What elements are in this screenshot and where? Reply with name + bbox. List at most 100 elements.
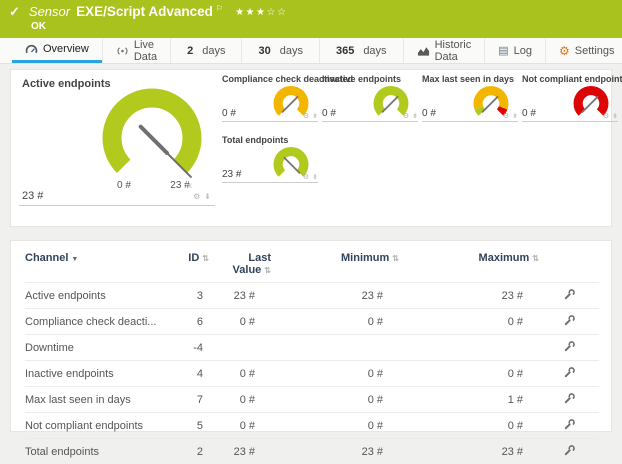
column-header-channel[interactable]: Channel▼ bbox=[25, 245, 157, 283]
pin-icon[interactable]: ⇟ bbox=[312, 113, 318, 120]
tab-overview[interactable]: Overview bbox=[12, 38, 102, 63]
channel-id-cell: 2 bbox=[157, 439, 209, 464]
gauge-value: 23 # bbox=[22, 190, 43, 202]
tab-label: Log bbox=[514, 45, 532, 57]
last-value-cell: 23 # bbox=[209, 283, 271, 309]
gauge-value: 0 # bbox=[422, 108, 436, 119]
tab-label: Historic Data bbox=[435, 39, 472, 63]
sort-icon: ⇅ bbox=[264, 266, 271, 275]
tab-label: Live Data bbox=[134, 39, 157, 63]
sort-desc-icon: ▼ bbox=[71, 256, 78, 263]
gauge-cell-active-endpoints: Active endpoints x 0 # 23 # 23 # ⚙⇟ bbox=[19, 74, 215, 206]
table-header-row: Channel▼ ID⇅ Last Value⇅ Minimum⇅ Maximu… bbox=[25, 245, 599, 283]
tab-label: days bbox=[363, 45, 386, 57]
priority-stars[interactable]: ★★★☆☆ bbox=[235, 7, 287, 18]
table-row: Downtime -4 bbox=[25, 335, 599, 361]
gauges-panel: Active endpoints x 0 # 23 # 23 # ⚙⇟ Comp… bbox=[10, 69, 612, 227]
tab-label: days bbox=[280, 45, 303, 57]
last-value-cell bbox=[209, 335, 271, 361]
channel-id-cell: 6 bbox=[157, 309, 209, 335]
sort-icon: ⇅ bbox=[532, 254, 539, 263]
column-header-id[interactable]: ID⇅ bbox=[157, 245, 209, 283]
gauge-cell-not-compliant: Not compliant endpoints 0 # ⚙⇟ bbox=[522, 74, 618, 122]
tab-log[interactable]: ▤ Log bbox=[484, 38, 545, 63]
gear-icon[interactable]: ⚙ bbox=[403, 113, 409, 120]
tab-settings[interactable]: ⚙ Settings bbox=[545, 38, 622, 63]
gear-icon[interactable]: ⚙ bbox=[193, 192, 200, 201]
gear-icon[interactable]: ⚙ bbox=[503, 113, 509, 120]
gauge-value: 23 # bbox=[222, 169, 241, 180]
tab-365-days[interactable]: 365 days bbox=[319, 38, 403, 63]
maximum-cell: 23 # bbox=[399, 283, 539, 309]
tab-label-number: 30 bbox=[258, 45, 270, 57]
channel-name-cell[interactable]: Downtime bbox=[25, 335, 157, 361]
gauge-needle bbox=[283, 97, 298, 112]
minimum-cell: 0 # bbox=[271, 361, 399, 387]
channel-settings-button[interactable] bbox=[563, 314, 576, 330]
channel-settings-button[interactable] bbox=[563, 288, 576, 304]
gauge-needle bbox=[383, 97, 398, 112]
column-label: Maximum bbox=[479, 252, 530, 264]
pin-icon[interactable]: ⇟ bbox=[612, 113, 618, 120]
channel-name-cell[interactable]: Max last seen in days bbox=[25, 387, 157, 413]
tab-label-number: 2 bbox=[187, 45, 193, 57]
table-row: Max last seen in days 7 0 # 0 # 1 # bbox=[25, 387, 599, 413]
gear-icon[interactable]: ⚙ bbox=[603, 113, 609, 120]
sensor-header: ✓ Sensor EXE/Script Advanced ⚐ ★★★☆☆ OK bbox=[0, 0, 622, 38]
channel-name-cell[interactable]: Not compliant endpoints bbox=[25, 413, 157, 439]
channel-name-cell[interactable]: Active endpoints bbox=[25, 283, 157, 309]
channel-name-cell[interactable]: Inactive endpoints bbox=[25, 361, 157, 387]
column-header-last-value[interactable]: Last Value⇅ bbox=[209, 245, 271, 283]
column-header-tools bbox=[539, 245, 599, 283]
channel-settings-button[interactable] bbox=[563, 340, 576, 356]
channel-id-cell: 3 bbox=[157, 283, 209, 309]
pin-icon[interactable]: ⇟ bbox=[412, 113, 418, 120]
gauge-cell-inactive: Inactive endpoints 0 # ⚙⇟ bbox=[322, 74, 418, 122]
channel-rows: Active endpoints 3 23 # 23 # 23 # Compli… bbox=[25, 283, 599, 464]
column-header-minimum[interactable]: Minimum⇅ bbox=[271, 245, 399, 283]
gauge-needle bbox=[583, 97, 598, 112]
minimum-cell: 23 # bbox=[271, 283, 399, 309]
last-value-cell: 0 # bbox=[209, 361, 271, 387]
tab-label: days bbox=[202, 45, 225, 57]
maximum-cell: 23 # bbox=[399, 439, 539, 464]
gauge-needle bbox=[141, 127, 167, 153]
page-title: EXE/Script Advanced bbox=[76, 4, 213, 19]
pin-icon[interactable]: ⇟ bbox=[512, 113, 518, 120]
sort-icon: ⇅ bbox=[392, 254, 399, 263]
tab-30-days[interactable]: 30 days bbox=[241, 38, 319, 63]
minimum-cell: 0 # bbox=[271, 309, 399, 335]
wrench-icon bbox=[563, 444, 576, 457]
last-value-cell: 0 # bbox=[209, 309, 271, 335]
wrench-icon bbox=[563, 418, 576, 431]
tab-historic-data[interactable]: Historic Data bbox=[403, 38, 485, 63]
channel-settings-button[interactable] bbox=[563, 418, 576, 434]
channel-settings-button[interactable] bbox=[563, 392, 576, 408]
channel-settings-button[interactable] bbox=[563, 444, 576, 460]
channel-settings-button[interactable] bbox=[563, 366, 576, 382]
channel-name-cell[interactable]: Total endpoints bbox=[25, 439, 157, 464]
wrench-icon bbox=[563, 314, 576, 327]
gear-icon[interactable]: ⚙ bbox=[303, 174, 309, 181]
tab-2-days[interactable]: 2 days bbox=[170, 38, 241, 63]
pin-icon[interactable]: ⇟ bbox=[312, 174, 318, 181]
status-badge: OK bbox=[31, 21, 46, 32]
gauge-needle bbox=[483, 97, 498, 112]
column-label: Channel bbox=[25, 252, 68, 264]
minimum-cell bbox=[271, 335, 399, 361]
wrench-icon bbox=[563, 340, 576, 353]
channel-name-cell[interactable]: Compliance check deacti... bbox=[25, 309, 157, 335]
flag-icon: ⚐ bbox=[216, 4, 223, 13]
gauge-cell-total: Total endpoints 23 # ⚙⇟ bbox=[222, 135, 318, 183]
table-row: Not compliant endpoints 5 0 # 0 # 0 # bbox=[25, 413, 599, 439]
maximum-cell bbox=[399, 335, 539, 361]
tab-live-data[interactable]: Live Data bbox=[102, 38, 170, 63]
gear-icon[interactable]: ⚙ bbox=[303, 113, 309, 120]
column-header-maximum[interactable]: Maximum⇅ bbox=[399, 245, 539, 283]
gauge-cell-compliance: Compliance check deactivated 0 # ⚙⇟ bbox=[222, 74, 318, 122]
maximum-cell: 1 # bbox=[399, 387, 539, 413]
table-row: Compliance check deacti... 6 0 # 0 # 0 # bbox=[25, 309, 599, 335]
pin-icon[interactable]: ⇟ bbox=[204, 192, 211, 201]
last-value-cell: 0 # bbox=[209, 413, 271, 439]
gauge-cell-max-last-seen: Max last seen in days 0 # ⚙⇟ bbox=[422, 74, 518, 122]
